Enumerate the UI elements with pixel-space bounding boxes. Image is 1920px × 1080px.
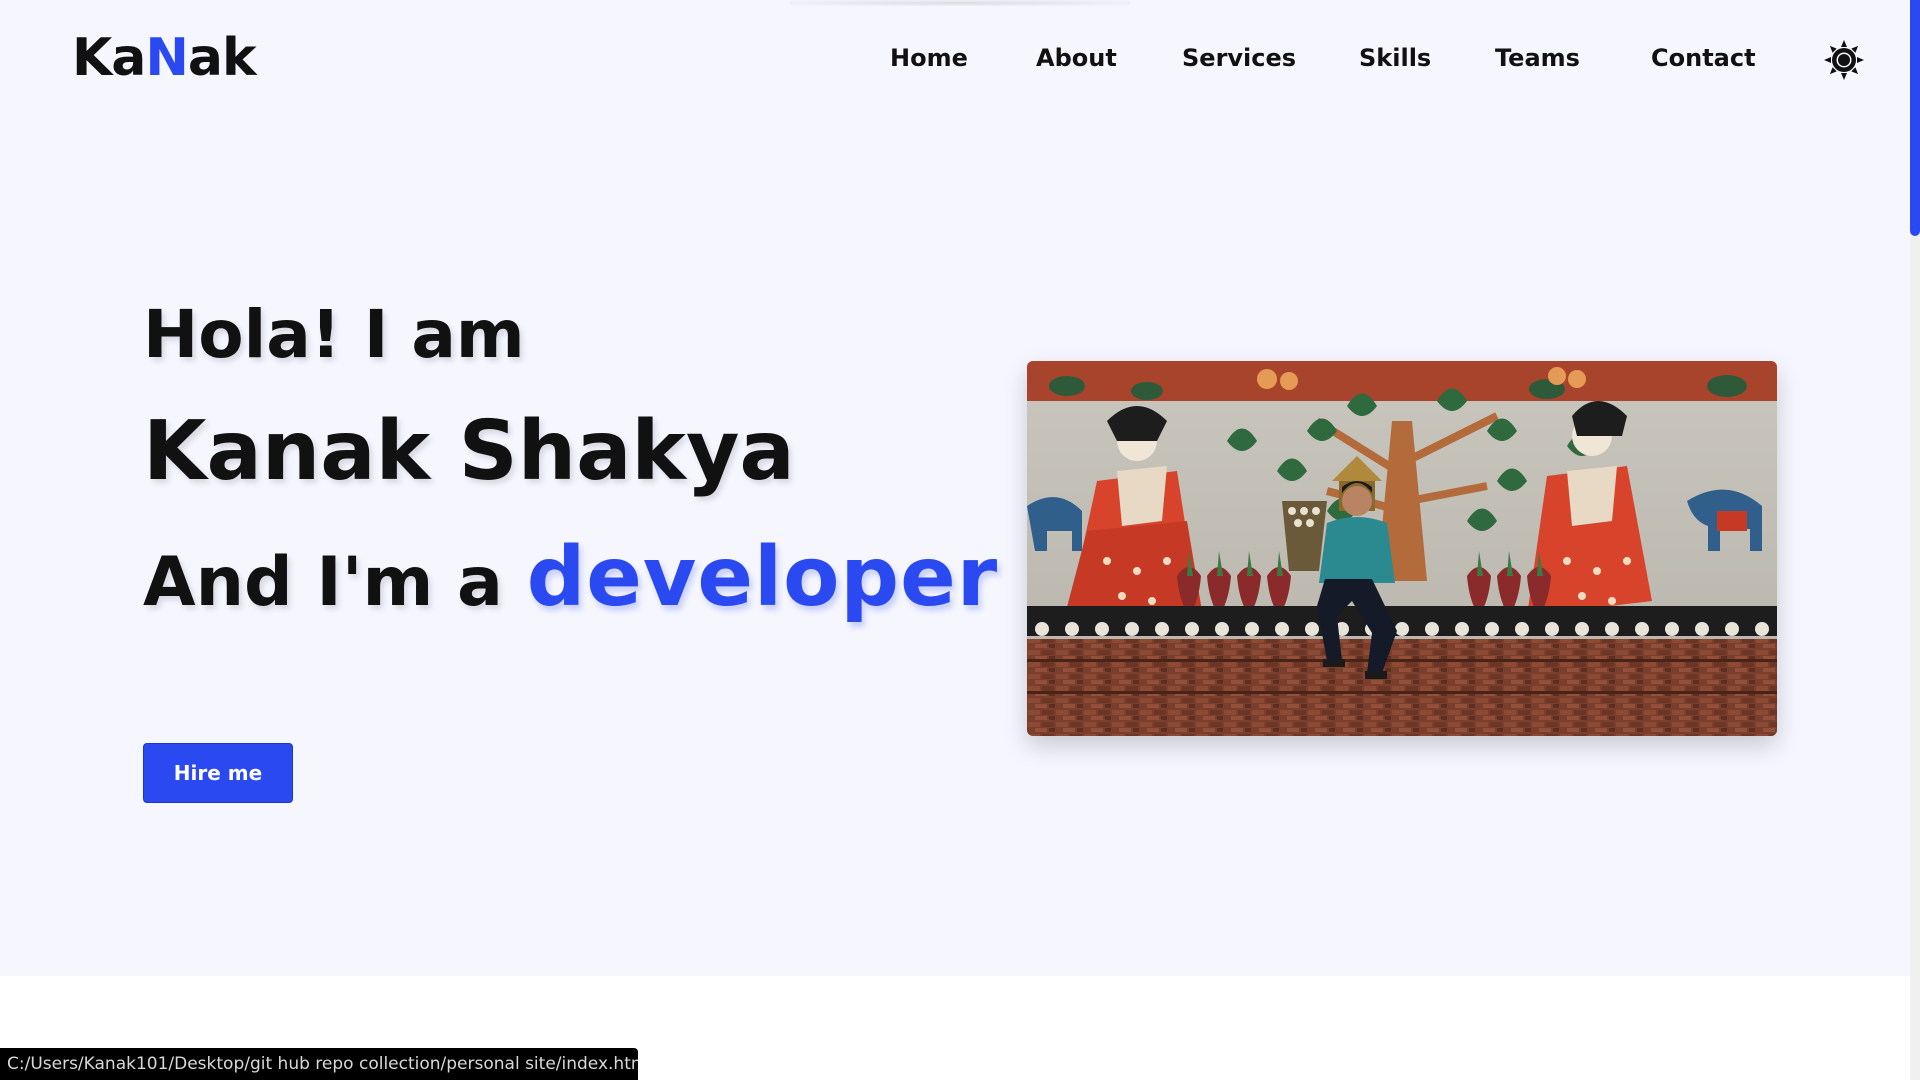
page: KaNak Home About Services Skills Teams C… — [0, 0, 1910, 1080]
sun-icon — [1824, 40, 1864, 80]
theme-toggle-button[interactable] — [1822, 38, 1866, 82]
nav-home[interactable]: Home — [890, 44, 968, 72]
role-word: developer — [526, 530, 999, 625]
role-prefix: And I'm a — [143, 543, 527, 622]
hero-name: Kanak Shakya — [143, 404, 795, 499]
hero-role-line: And I'm a developer — [143, 530, 998, 625]
nav-contact[interactable]: Contact — [1651, 44, 1756, 72]
nav-about[interactable]: About — [1036, 44, 1117, 72]
nav-services[interactable]: Services — [1182, 44, 1296, 72]
main-nav: Home About Services Skills Teams Contact — [0, 44, 1910, 78]
hire-me-button[interactable]: Hire me — [143, 743, 293, 803]
status-bar-url: C:/Users/Kanak101/Desktop/git hub repo c… — [0, 1048, 638, 1080]
nav-skills[interactable]: Skills — [1359, 44, 1431, 72]
portrait-photo — [1027, 361, 1777, 736]
nav-teams[interactable]: Teams — [1495, 44, 1580, 72]
hero-photo — [1027, 361, 1777, 736]
top-shadow — [790, 0, 1130, 6]
hero-section: KaNak Home About Services Skills Teams C… — [0, 0, 1910, 976]
scrollbar-thumb[interactable] — [1910, 0, 1920, 236]
hero-greeting: Hola! I am — [143, 296, 525, 373]
